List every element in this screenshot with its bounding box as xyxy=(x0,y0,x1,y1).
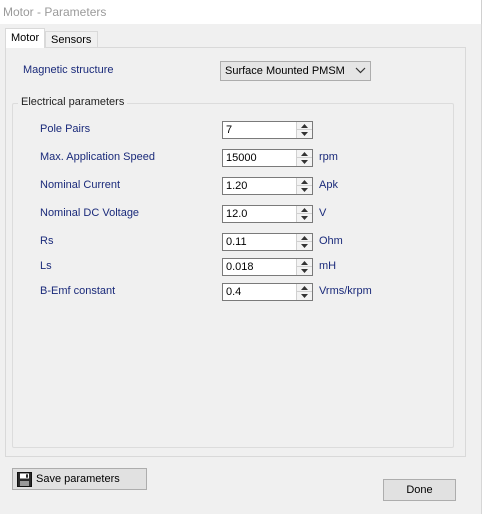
increment-button[interactable] xyxy=(297,122,312,130)
arrow-down-icon xyxy=(301,244,308,248)
nominal-dc-voltage-stepper[interactable]: 12.0 xyxy=(222,205,313,223)
arrow-up-icon xyxy=(301,124,308,128)
tab-sensors-label: Sensors xyxy=(51,34,92,46)
decrement-button[interactable] xyxy=(297,158,312,166)
arrow-down-icon xyxy=(301,132,308,136)
done-button[interactable]: Done xyxy=(383,479,456,501)
floppy-disk-icon xyxy=(17,472,32,487)
chevron-down-icon xyxy=(355,67,366,74)
nominal-dc-voltage-value: 12.0 xyxy=(226,208,248,220)
arrow-up-icon xyxy=(301,286,308,290)
increment-button[interactable] xyxy=(297,234,312,242)
tab-motor-label: Motor xyxy=(11,32,40,44)
ls-stepper[interactable]: 0.018 xyxy=(222,258,313,276)
bemf-constant-label: B-Emf constant xyxy=(40,285,116,297)
increment-button[interactable] xyxy=(297,259,312,267)
nominal-current-unit: Apk xyxy=(319,179,338,191)
rs-unit: Ohm xyxy=(319,235,343,247)
arrow-down-icon xyxy=(301,160,308,164)
tab-sensors[interactable]: Sensors xyxy=(45,31,98,48)
arrow-up-icon xyxy=(301,208,308,212)
increment-button[interactable] xyxy=(297,150,312,158)
arrow-down-icon xyxy=(301,294,308,298)
increment-button[interactable] xyxy=(297,206,312,214)
decrement-button[interactable] xyxy=(297,214,312,222)
bemf-constant-stepper[interactable]: 0.4 xyxy=(222,283,313,301)
background-window-strip xyxy=(0,514,482,523)
increment-button[interactable] xyxy=(297,284,312,292)
bemf-constant-value: 0.4 xyxy=(226,286,242,298)
done-label: Done xyxy=(406,484,433,496)
magnetic-structure-label: Magnetic structure xyxy=(23,64,114,76)
arrow-up-icon xyxy=(301,152,308,156)
title-bar: Motor - Parameters xyxy=(0,0,482,24)
pole-pairs-label: Pole Pairs xyxy=(40,123,91,135)
rs-value: 0.11 xyxy=(226,236,247,248)
pole-pairs-stepper[interactable]: 7 xyxy=(222,121,313,139)
arrow-down-icon xyxy=(301,269,308,273)
electrical-parameters-title: Electrical parameters xyxy=(18,96,128,108)
increment-button[interactable] xyxy=(297,178,312,186)
arrow-up-icon xyxy=(301,180,308,184)
arrow-up-icon xyxy=(301,236,308,240)
ls-label: Ls xyxy=(40,260,52,272)
bemf-constant-unit: Vrms/krpm xyxy=(319,285,372,297)
save-parameters-label: Save parameters xyxy=(36,473,120,485)
decrement-button[interactable] xyxy=(297,242,312,250)
decrement-button[interactable] xyxy=(297,292,312,300)
save-parameters-button[interactable]: Save parameters xyxy=(12,468,147,490)
max-speed-stepper[interactable]: 15000 xyxy=(222,149,313,167)
max-speed-value: 15000 xyxy=(226,152,257,164)
decrement-button[interactable] xyxy=(297,130,312,138)
rs-label: Rs xyxy=(40,235,54,247)
decrement-button[interactable] xyxy=(297,186,312,194)
ls-unit: mH xyxy=(319,260,337,272)
ls-value: 0.018 xyxy=(226,261,254,273)
window-title: Motor - Parameters xyxy=(3,5,107,19)
tab-motor[interactable]: Motor xyxy=(5,28,45,48)
arrow-down-icon xyxy=(301,188,308,192)
nominal-dc-voltage-label: Nominal DC Voltage xyxy=(40,207,140,219)
nominal-dc-voltage-unit: V xyxy=(319,207,327,219)
decrement-button[interactable] xyxy=(297,267,312,275)
magnetic-structure-select[interactable]: Surface Mounted PMSM xyxy=(220,61,371,81)
pole-pairs-value: 7 xyxy=(226,124,233,136)
magnetic-structure-value: Surface Mounted PMSM xyxy=(225,65,345,77)
nominal-current-label: Nominal Current xyxy=(40,179,121,191)
nominal-current-stepper[interactable]: 1.20 xyxy=(222,177,313,195)
arrow-up-icon xyxy=(301,261,308,265)
max-speed-label: Max. Application Speed xyxy=(40,151,155,163)
arrow-down-icon xyxy=(301,216,308,220)
rs-stepper[interactable]: 0.11 xyxy=(222,233,313,251)
nominal-current-value: 1.20 xyxy=(226,180,248,192)
max-speed-unit: rpm xyxy=(319,151,338,163)
